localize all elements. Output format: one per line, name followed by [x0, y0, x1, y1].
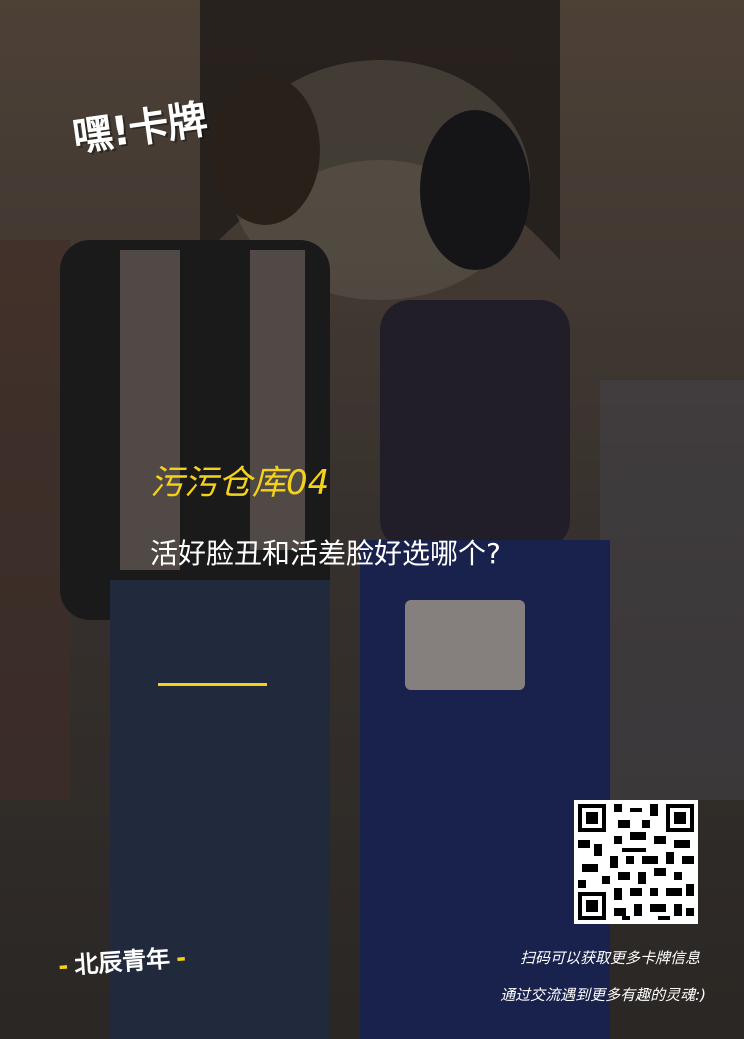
card-title: 污污仓库04 [150, 463, 330, 503]
qr-code [574, 800, 698, 924]
dash-right: - [175, 943, 187, 973]
scan-hint-secondary: 通过交流遇到更多有趣的灵魂:) [500, 986, 706, 1004]
dash-left: - [57, 951, 70, 981]
card-question: 活好脸丑和活差脸好选哪个? [150, 537, 501, 570]
divider [158, 683, 267, 686]
scan-hint: 扫码可以获取更多卡牌信息 [519, 949, 700, 967]
org-name: 北辰青年 [73, 944, 172, 980]
